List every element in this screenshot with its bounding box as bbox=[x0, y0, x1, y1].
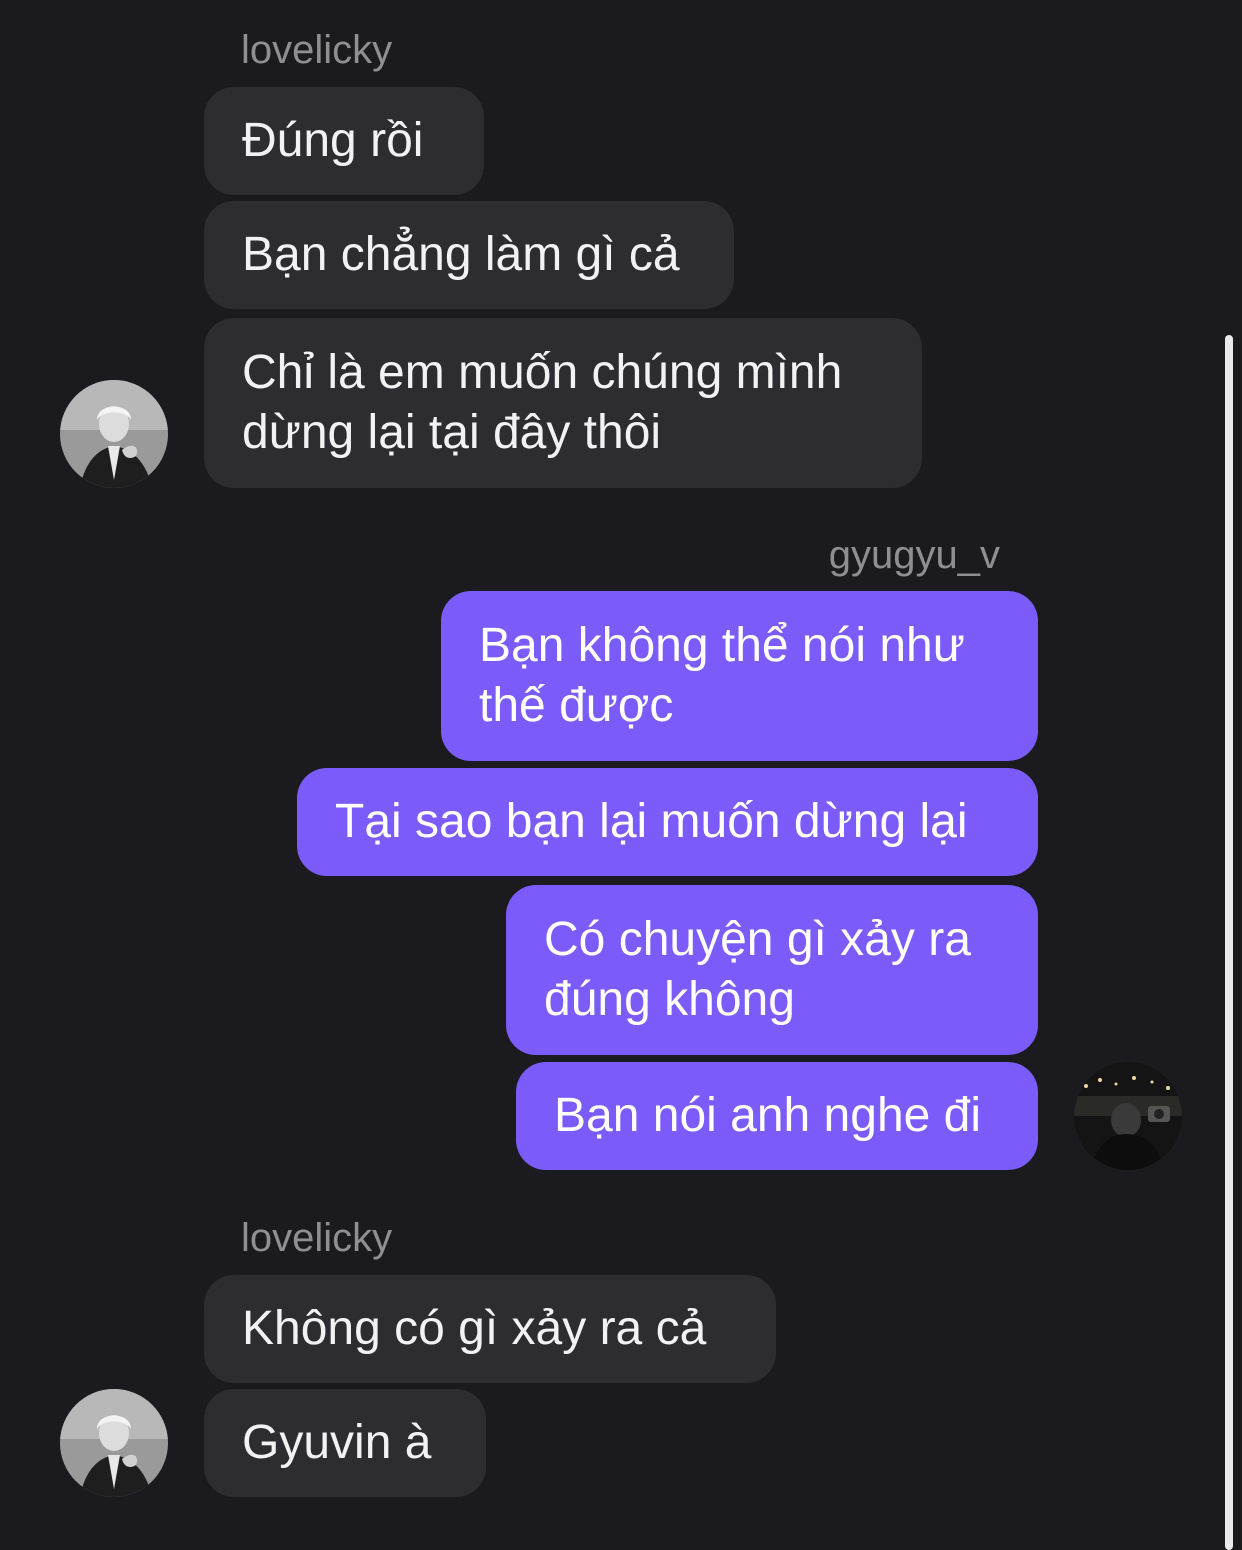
message-text-line: dừng lại tại đây thôi bbox=[242, 406, 662, 459]
message-text-line: thế được bbox=[479, 679, 674, 732]
message-text: Đúng rồi bbox=[242, 114, 424, 167]
message-text: Tại sao bạn lại muốn dừng lại bbox=[335, 795, 968, 848]
outgoing-message-bubble[interactable]: Tại sao bạn lại muốn dừng lại bbox=[297, 768, 1038, 876]
sender-name-lovelicky: lovelicky bbox=[241, 28, 393, 72]
incoming-message-bubble[interactable]: Gyuvin à bbox=[204, 1389, 486, 1497]
incoming-message-bubble[interactable]: Đúng rồi bbox=[204, 87, 484, 195]
incoming-message-bubble[interactable]: Chỉ là em muốn chúng mình dừng lại tại đ… bbox=[204, 318, 922, 488]
message-text: Không có gì xảy ra cả bbox=[242, 1302, 707, 1355]
outgoing-message-bubble[interactable]: Có chuyện gì xảy ra đúng không bbox=[506, 885, 1038, 1055]
avatar-lovelicky[interactable] bbox=[60, 1389, 168, 1497]
sender-name-lovelicky: lovelicky bbox=[241, 1216, 393, 1260]
incoming-message-bubble[interactable]: Bạn chẳng làm gì cả bbox=[204, 201, 734, 309]
message-text: Bạn nói anh nghe đi bbox=[554, 1089, 982, 1142]
sender-name-gyugyu-v: gyugyu_v bbox=[828, 533, 1000, 577]
avatar-gyugyu-v[interactable] bbox=[1074, 1062, 1182, 1170]
message-text: Bạn chẳng làm gì cả bbox=[242, 228, 680, 281]
message-text-line: Bạn không thể nói như bbox=[479, 619, 965, 672]
avatar-lovelicky[interactable] bbox=[60, 380, 168, 488]
outgoing-message-bubble[interactable]: Bạn nói anh nghe đi bbox=[516, 1062, 1038, 1170]
message-text-line: đúng không bbox=[544, 973, 795, 1026]
message-text-line: Chỉ là em muốn chúng mình bbox=[242, 346, 843, 399]
message-text-line: Có chuyện gì xảy ra bbox=[544, 913, 971, 966]
message-text: Gyuvin à bbox=[242, 1416, 432, 1469]
scrollbar[interactable] bbox=[1225, 335, 1233, 1550]
incoming-message-bubble[interactable]: Không có gì xảy ra cả bbox=[204, 1275, 776, 1383]
outgoing-message-bubble[interactable]: Bạn không thể nói như thế được bbox=[441, 591, 1038, 761]
